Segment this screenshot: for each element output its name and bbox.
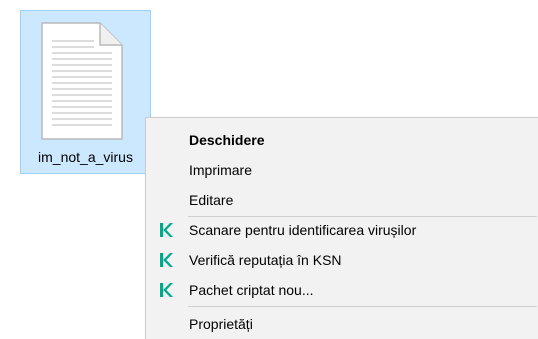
kaspersky-k-icon (160, 283, 173, 297)
menu-item-label: Editare (189, 192, 234, 208)
kaspersky-k-icon (160, 253, 173, 267)
menu-item-scan-viruses[interactable]: Scanare pentru identificarea virușilor (146, 218, 538, 242)
context-menu: Deschidere Imprimare Editare Scanare pen… (145, 117, 538, 339)
desktop: im_not_a_virus Deschidere Imprimare Edit… (0, 0, 538, 339)
file-item-im-not-a-virus[interactable]: im_not_a_virus (20, 10, 151, 174)
menu-item-new-encrypted-package[interactable]: Pachet criptat nou... (146, 278, 538, 302)
menu-item-label: Proprietăți (189, 316, 253, 332)
file-name-label: im_not_a_virus (38, 149, 133, 165)
menu-item-label: Imprimare (189, 162, 253, 178)
text-document-icon (41, 22, 123, 140)
menu-item-print[interactable]: Imprimare (146, 158, 538, 182)
menu-item-open[interactable]: Deschidere (146, 128, 538, 152)
menu-item-edit[interactable]: Editare (146, 188, 538, 212)
menu-item-label: Pachet criptat nou... (189, 282, 314, 298)
menu-separator (188, 306, 537, 307)
menu-separator (188, 216, 537, 217)
menu-item-label: Verifică reputația în KSN (189, 252, 342, 268)
menu-item-label: Deschidere (189, 132, 265, 148)
menu-item-label: Scanare pentru identificarea virușilor (189, 222, 417, 238)
kaspersky-k-icon (160, 223, 173, 237)
menu-item-check-reputation[interactable]: Verifică reputația în KSN (146, 248, 538, 272)
menu-item-properties[interactable]: Proprietăți (146, 312, 538, 336)
